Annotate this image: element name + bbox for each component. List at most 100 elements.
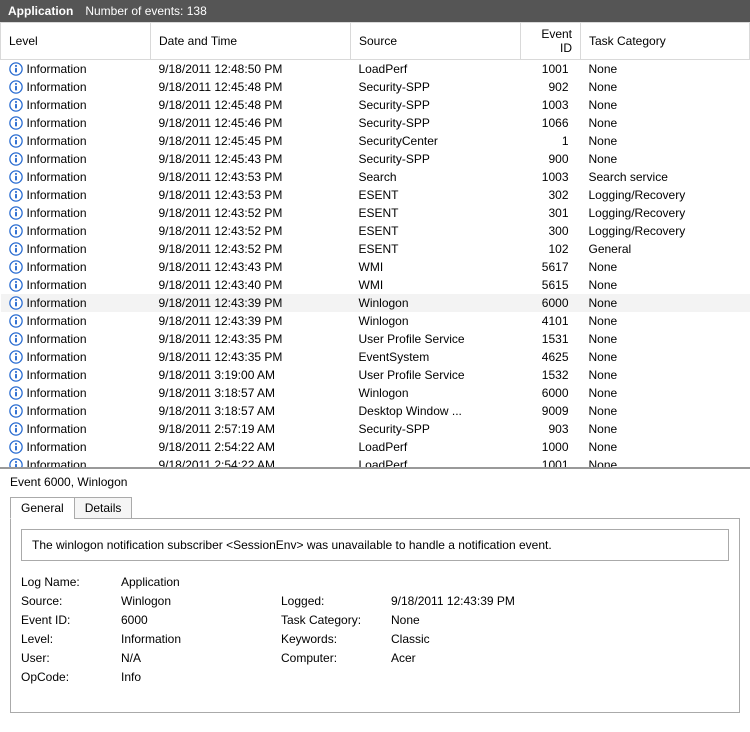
cell-level: Information — [27, 332, 87, 346]
cell-category: General — [581, 240, 750, 258]
lbl-keywords: Keywords: — [281, 632, 391, 646]
val-logname: Application — [121, 575, 281, 589]
event-row[interactable]: Information9/18/2011 12:45:46 PMSecurity… — [1, 114, 750, 132]
cell-id: 302 — [521, 186, 581, 204]
val-logged: 9/18/2011 12:43:39 PM — [391, 594, 729, 608]
event-row[interactable]: Information9/18/2011 12:45:45 PMSecurity… — [1, 132, 750, 150]
info-icon — [9, 350, 23, 364]
tab-details[interactable]: Details — [74, 497, 133, 519]
cell-category: Logging/Recovery — [581, 204, 750, 222]
cell-source: WMI — [351, 258, 521, 276]
info-icon — [9, 368, 23, 382]
cell-level: Information — [27, 314, 87, 328]
log-title: Application — [8, 4, 73, 18]
event-row[interactable]: Information9/18/2011 3:19:00 AMUser Prof… — [1, 366, 750, 384]
event-row[interactable]: Information9/18/2011 12:43:52 PMESENT300… — [1, 222, 750, 240]
cell-source: WMI — [351, 276, 521, 294]
lbl-logname: Log Name: — [21, 575, 121, 589]
event-row[interactable]: Information9/18/2011 12:43:35 PMUser Pro… — [1, 330, 750, 348]
cell-date: 9/18/2011 12:43:52 PM — [151, 222, 351, 240]
cell-level: Information — [27, 242, 87, 256]
event-row[interactable]: Information9/18/2011 12:45:48 PMSecurity… — [1, 96, 750, 114]
cell-id: 5617 — [521, 258, 581, 276]
col-header-date[interactable]: Date and Time — [151, 23, 351, 60]
info-icon — [9, 332, 23, 346]
val-eventid: 6000 — [121, 613, 281, 627]
lbl-logged: Logged: — [281, 594, 391, 608]
cell-category: None — [581, 330, 750, 348]
event-row[interactable]: Information9/18/2011 3:18:57 AMWinlogon6… — [1, 384, 750, 402]
cell-date: 9/18/2011 12:45:48 PM — [151, 96, 351, 114]
event-grid-scroll[interactable]: Level Date and Time Source Event ID Task… — [0, 22, 750, 468]
info-icon — [9, 296, 23, 310]
cell-level: Information — [27, 224, 87, 238]
cell-id: 1001 — [521, 456, 581, 468]
cell-source: LoadPerf — [351, 60, 521, 79]
cell-date: 9/18/2011 12:43:43 PM — [151, 258, 351, 276]
lbl-computer: Computer: — [281, 651, 391, 665]
cell-level: Information — [27, 386, 87, 400]
cell-source: ESENT — [351, 240, 521, 258]
cell-date: 9/18/2011 12:43:53 PM — [151, 168, 351, 186]
event-row[interactable]: Information9/18/2011 12:45:43 PMSecurity… — [1, 150, 750, 168]
info-icon — [9, 440, 23, 454]
info-icon — [9, 80, 23, 94]
cell-source: Search — [351, 168, 521, 186]
col-header-level[interactable]: Level — [1, 23, 151, 60]
tab-general[interactable]: General — [10, 497, 75, 519]
val-keywords: Classic — [391, 632, 729, 646]
cell-date: 9/18/2011 12:43:40 PM — [151, 276, 351, 294]
info-icon — [9, 314, 23, 328]
info-icon — [9, 98, 23, 112]
cell-date: 9/18/2011 3:19:00 AM — [151, 366, 351, 384]
cell-level: Information — [27, 116, 87, 130]
cell-source: Desktop Window ... — [351, 402, 521, 420]
event-row[interactable]: Information9/18/2011 12:43:35 PMEventSys… — [1, 348, 750, 366]
cell-level: Information — [27, 80, 87, 94]
event-row[interactable]: Information9/18/2011 12:43:53 PMESENT302… — [1, 186, 750, 204]
cell-source: User Profile Service — [351, 330, 521, 348]
event-row[interactable]: Information9/18/2011 12:43:39 PMWinlogon… — [1, 294, 750, 312]
event-row[interactable]: Information9/18/2011 12:48:50 PMLoadPerf… — [1, 60, 750, 79]
cell-category: None — [581, 276, 750, 294]
col-header-id[interactable]: Event ID — [521, 23, 581, 60]
event-row[interactable]: Information9/18/2011 12:43:43 PMWMI5617N… — [1, 258, 750, 276]
event-row[interactable]: Information9/18/2011 2:54:22 AMLoadPerf1… — [1, 438, 750, 456]
event-row[interactable]: Information9/18/2011 12:45:48 PMSecurity… — [1, 78, 750, 96]
cell-id: 1003 — [521, 96, 581, 114]
cell-id: 9009 — [521, 402, 581, 420]
info-icon — [9, 116, 23, 130]
lbl-opcode: OpCode: — [21, 670, 121, 684]
cell-level: Information — [27, 188, 87, 202]
cell-source: ESENT — [351, 186, 521, 204]
lbl-user: User: — [21, 651, 121, 665]
event-count: Number of events: 138 — [85, 4, 206, 18]
cell-id: 1 — [521, 132, 581, 150]
val-category: None — [391, 613, 729, 627]
event-row[interactable]: Information9/18/2011 12:43:52 PMESENT301… — [1, 204, 750, 222]
lbl-eventid: Event ID: — [21, 613, 121, 627]
event-row[interactable]: Information9/18/2011 12:43:52 PMESENT102… — [1, 240, 750, 258]
cell-source: ESENT — [351, 222, 521, 240]
cell-id: 1532 — [521, 366, 581, 384]
event-row[interactable]: Information9/18/2011 2:57:19 AMSecurity-… — [1, 420, 750, 438]
info-icon — [9, 170, 23, 184]
col-header-category[interactable]: Task Category — [581, 23, 750, 60]
cell-level: Information — [27, 98, 87, 112]
info-icon — [9, 242, 23, 256]
cell-level: Information — [27, 62, 87, 76]
val-source: Winlogon — [121, 594, 281, 608]
cell-category: Search service — [581, 168, 750, 186]
info-icon — [9, 404, 23, 418]
event-row[interactable]: Information9/18/2011 12:43:53 PMSearch10… — [1, 168, 750, 186]
cell-level: Information — [27, 152, 87, 166]
event-row[interactable]: Information9/18/2011 2:54:22 AMLoadPerf1… — [1, 456, 750, 468]
event-row[interactable]: Information9/18/2011 12:43:40 PMWMI5615N… — [1, 276, 750, 294]
cell-category: None — [581, 420, 750, 438]
event-row[interactable]: Information9/18/2011 12:43:39 PMWinlogon… — [1, 312, 750, 330]
col-header-source[interactable]: Source — [351, 23, 521, 60]
event-properties: Log Name: Application Source: Winlogon L… — [21, 575, 729, 684]
cell-category: None — [581, 78, 750, 96]
event-row[interactable]: Information9/18/2011 3:18:57 AMDesktop W… — [1, 402, 750, 420]
cell-source: LoadPerf — [351, 438, 521, 456]
